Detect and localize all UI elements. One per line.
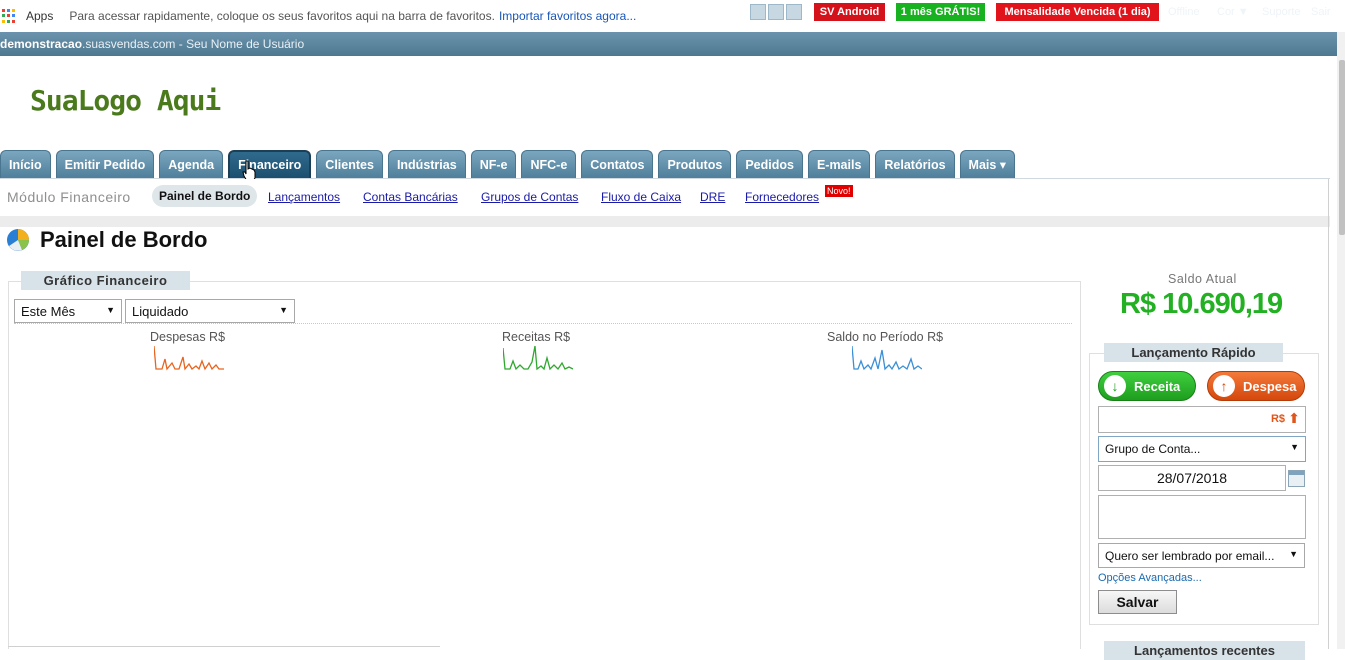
- scrollbar-thumb[interactable]: [1339, 60, 1345, 235]
- filters-divider: [14, 323, 1072, 324]
- valor-input[interactable]: R$ ⬆: [1098, 406, 1306, 433]
- tab-relatorios[interactable]: Relatórios: [875, 150, 955, 178]
- receita-button-label: Receita: [1134, 378, 1181, 394]
- subnav-divider: [0, 216, 1330, 227]
- period-select-value: Este Mês: [21, 303, 76, 319]
- bottom-divider: [8, 646, 440, 647]
- tab-agenda[interactable]: Agenda: [159, 150, 224, 178]
- apps-grid-icon[interactable]: [2, 9, 16, 23]
- dropdown-arrow-icon: ▼: [106, 305, 115, 315]
- tab-inicio[interactable]: Início: [0, 150, 51, 178]
- arrow-down-icon: ↓: [1104, 375, 1126, 397]
- apps-link[interactable]: Apps: [26, 9, 53, 23]
- color-menu[interactable]: Cor ▼: [1217, 6, 1249, 18]
- layout-icon-3[interactable]: [786, 4, 802, 20]
- subnav-painel-de-bordo[interactable]: Painel de Bordo: [152, 185, 258, 207]
- app-topbar: demonstracao.suasvendas.com - Seu Nome d…: [0, 32, 1337, 56]
- support-link[interactable]: Suporte: [1262, 6, 1301, 18]
- new-badge: Novo!: [825, 185, 853, 197]
- subnav-lancamentos[interactable]: Lançamentos: [268, 190, 340, 204]
- status-select-value: Liquidado: [132, 303, 189, 319]
- calendar-icon[interactable]: [1288, 470, 1305, 487]
- period-select[interactable]: Este Mês ▼: [14, 299, 122, 323]
- despesas-sparkline: [154, 345, 224, 371]
- saldo-periodo-label: Saldo no Período R$: [827, 330, 944, 344]
- logout-link[interactable]: Sair: [1311, 6, 1331, 18]
- tab-nfe[interactable]: NF-e: [470, 150, 517, 178]
- saldo-atual-label: Saldo Atual: [1168, 272, 1237, 286]
- page-title: Painel de Bordo: [40, 227, 208, 252]
- layout-icon-1[interactable]: [750, 4, 766, 20]
- module-label: Módulo Financeiro: [7, 189, 131, 205]
- dropdown-arrow-icon: ▼: [1289, 549, 1298, 559]
- sv-android-button[interactable]: SV Android: [813, 2, 886, 22]
- tab-nfce[interactable]: NFC-e: [521, 150, 577, 178]
- subnav-dre[interactable]: DRE: [700, 190, 725, 204]
- date-input[interactable]: 28/07/2018: [1098, 465, 1286, 491]
- chart-panel-title: Gráfico Financeiro: [21, 271, 190, 290]
- receita-button[interactable]: ↓ Receita: [1098, 371, 1196, 401]
- free-month-button[interactable]: 1 mês GRÁTIS!: [895, 2, 986, 22]
- account-domain: demonstracao.suasvendas.com - Seu Nome d…: [0, 37, 305, 51]
- despesa-button-label: Despesa: [1243, 378, 1297, 394]
- tab-clientes[interactable]: Clientes: [316, 150, 383, 178]
- offline-link[interactable]: Offline: [1168, 6, 1200, 18]
- saldo-periodo-sparkline: [852, 345, 922, 371]
- company-logo: SuaLogo Aqui: [30, 84, 221, 117]
- expense-arrow-icon: ⬆: [1288, 410, 1300, 426]
- subnav-fluxo-de-caixa[interactable]: Fluxo de Caixa: [601, 190, 681, 204]
- tab-contatos[interactable]: Contatos: [581, 150, 654, 178]
- tab-emitir-pedido[interactable]: Emitir Pedido: [55, 150, 155, 178]
- main-tabs: Início Emitir Pedido Agenda Financeiro C…: [0, 150, 1020, 178]
- arrow-up-icon: ↑: [1213, 375, 1235, 397]
- reminder-select[interactable]: Quero ser lembrado por email... ▼: [1098, 543, 1305, 568]
- description-textarea[interactable]: [1098, 495, 1306, 539]
- receitas-sparkline: [503, 345, 573, 371]
- despesa-button[interactable]: ↑ Despesa: [1207, 371, 1305, 401]
- dropdown-arrow-icon: ▼: [1290, 442, 1299, 452]
- bookmarks-hint: Para acessar rapidamente, coloque os seu…: [69, 9, 495, 23]
- dropdown-arrow-icon: ▼: [279, 305, 288, 315]
- tab-industrias[interactable]: Indústrias: [387, 150, 466, 178]
- subnav-grupos-de-contas[interactable]: Grupos de Contas: [481, 190, 578, 204]
- save-button[interactable]: Salvar: [1098, 590, 1177, 614]
- reminder-select-value: Quero ser lembrado por email...: [1105, 548, 1275, 563]
- despesas-label: Despesas R$: [150, 330, 226, 344]
- financial-subnav: Módulo Financeiro Painel de Bordo Lançam…: [0, 179, 1330, 216]
- quick-entry-title: Lançamento Rápido: [1104, 343, 1283, 362]
- subnav-contas-bancarias[interactable]: Contas Bancárias: [363, 190, 458, 204]
- status-select[interactable]: Liquidado ▼: [125, 299, 295, 323]
- pie-chart-icon: [7, 229, 29, 251]
- import-bookmarks-link[interactable]: Importar favoritos agora...: [499, 9, 636, 23]
- expired-subscription-button[interactable]: Mensalidade Vencida (1 dia): [995, 2, 1160, 22]
- receitas-label: Receitas R$: [502, 330, 571, 344]
- tab-financeiro[interactable]: Financeiro: [228, 150, 312, 178]
- saldo-atual-value: R$ 10.690,19: [1120, 288, 1283, 320]
- recent-entries-title: Lançamentos recentes: [1104, 641, 1305, 660]
- tab-emails[interactable]: E-mails: [807, 150, 871, 178]
- content-right-border: [1328, 179, 1329, 649]
- tab-mais[interactable]: Mais ▾: [959, 150, 1016, 178]
- layout-icon-2[interactable]: [768, 4, 784, 20]
- tab-pedidos[interactable]: Pedidos: [736, 150, 803, 178]
- grupo-conta-select[interactable]: Grupo de Conta... ▼: [1098, 436, 1306, 462]
- currency-label: R$: [1270, 413, 1285, 425]
- tab-produtos[interactable]: Produtos: [658, 150, 732, 178]
- subnav-fornecedores[interactable]: Fornecedores: [745, 190, 819, 204]
- advanced-options-link[interactable]: Opções Avançadas...: [1098, 572, 1202, 584]
- layout-switcher: [750, 4, 802, 20]
- grupo-conta-value: Grupo de Conta...: [1105, 442, 1201, 456]
